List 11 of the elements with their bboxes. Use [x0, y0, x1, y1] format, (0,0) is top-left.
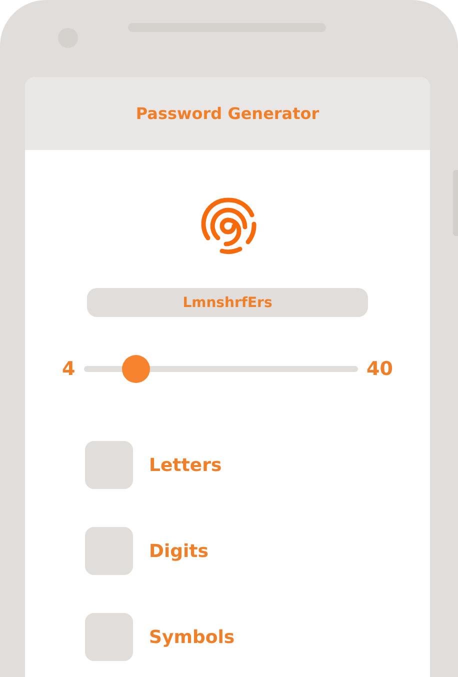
checkbox[interactable] — [85, 527, 133, 575]
min-length-label: 4 — [62, 358, 76, 380]
password-field[interactable]: LmnshrfErs — [87, 288, 368, 317]
max-length-label: 40 — [366, 358, 393, 380]
app-title: Password Generator — [136, 104, 320, 123]
checkbox[interactable] — [85, 441, 133, 489]
option-label: Letters — [149, 454, 222, 476]
checkbox[interactable] — [85, 613, 133, 661]
slider-thumb[interactable] — [122, 355, 150, 383]
option-label: Digits — [149, 540, 208, 562]
option-label: Symbols — [149, 626, 235, 648]
